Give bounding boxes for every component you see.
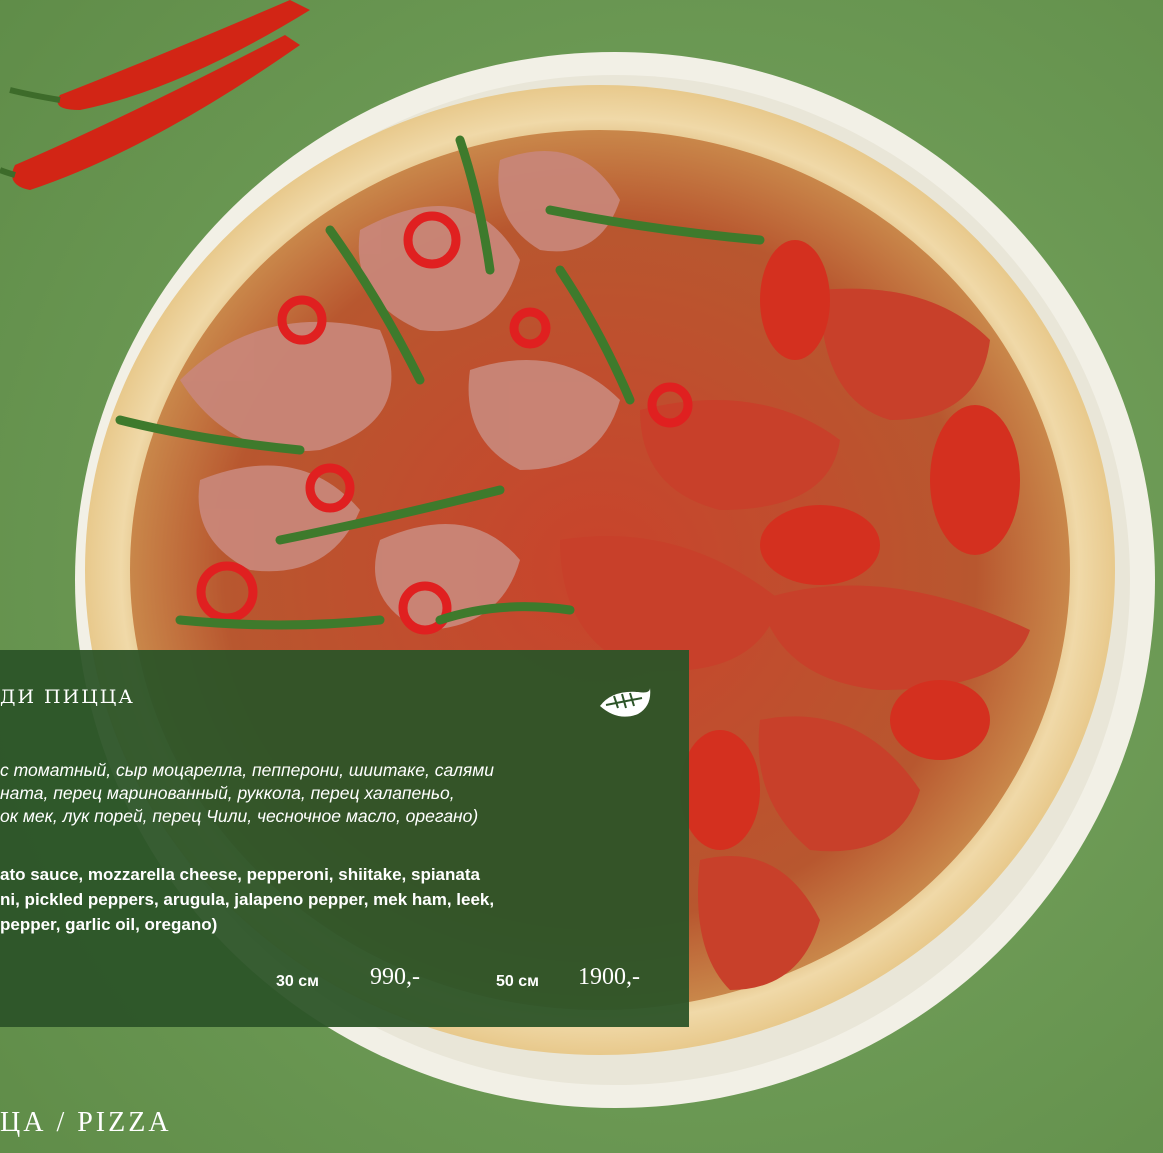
description-en-line-1: ato sauce, mozzarella cheese, pepperoni,…	[0, 865, 480, 884]
description-en-line-3: pepper, garlic oil, oregano)	[0, 915, 218, 934]
section-title: ЦА / PIZZA	[0, 1107, 172, 1138]
price-large: 1900,-	[578, 964, 640, 990]
description-en-line-2: ni, pickled peppers, arugula, jalapeno p…	[0, 890, 495, 909]
size-label-small: 30 см	[276, 973, 319, 990]
pizza-title: ДИ ПИЦЦА	[0, 686, 135, 708]
leaf-icon	[600, 688, 651, 717]
menu-card: ДИ ПИЦЦА с томатный, сыр моцарелла, пепп…	[0, 650, 689, 1027]
description-ru-line-2: ната, перец маринованный, руккола, перец…	[0, 783, 455, 803]
description-ru-line-3: ок мек, лук порей, перец Чили, чесночное…	[0, 806, 479, 826]
size-label-large: 50 см	[496, 973, 539, 990]
description-ru-line-1: с томатный, сыр моцарелла, пепперони, ши…	[0, 760, 494, 780]
price-small: 990,-	[370, 964, 420, 990]
